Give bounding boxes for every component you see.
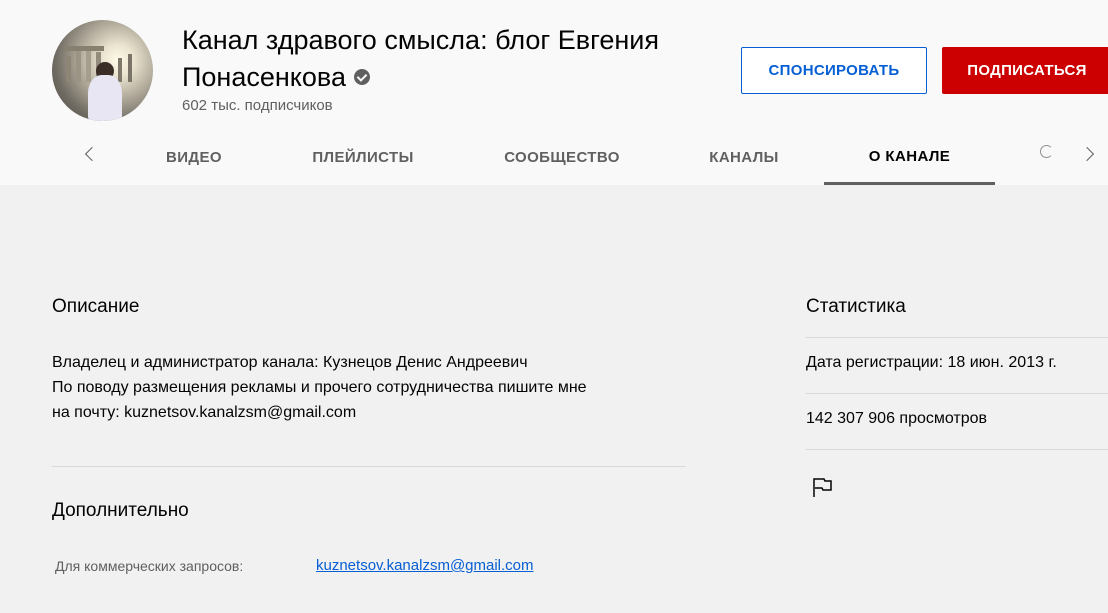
search-icon[interactable] bbox=[1040, 143, 1058, 163]
stats-divider bbox=[806, 449, 1108, 450]
description-line-2: По поводу размещения рекламы и прочего с… bbox=[52, 379, 587, 396]
channel-title: Канал здравого смысла: блог Евгения Пона… bbox=[182, 22, 742, 96]
tab-community[interactable]: СООБЩЕСТВО bbox=[484, 130, 640, 185]
report-flag-icon[interactable] bbox=[811, 476, 833, 498]
tab-about[interactable]: О КАНАЛЕ bbox=[824, 130, 995, 185]
details-heading: Дополнительно bbox=[52, 500, 189, 521]
channel-title-line-2: Понасенкова bbox=[182, 62, 346, 92]
stats-divider bbox=[806, 393, 1108, 394]
description-line-1: Владелец и администратор канала: Кузнецо… bbox=[52, 354, 528, 371]
subscriber-count: 602 тыс. подписчиков bbox=[182, 97, 333, 114]
tabs-scroll-left-chevron-icon[interactable] bbox=[82, 143, 96, 167]
view-count: 142 307 906 просмотров bbox=[806, 410, 988, 427]
stats-heading: Статистика bbox=[806, 296, 906, 317]
avatar-figure bbox=[88, 75, 122, 121]
tab-videos[interactable]: ВИДЕО bbox=[147, 130, 241, 185]
description-heading: Описание bbox=[52, 296, 140, 317]
section-divider bbox=[52, 466, 686, 467]
tabs-scroll-right-chevron-icon[interactable] bbox=[1082, 143, 1096, 167]
subscribe-button[interactable]: ПОДПИСАТЬСЯ bbox=[942, 47, 1108, 94]
description-line-3: на почту: kuznetsov.kanalzsm@gmail.com bbox=[52, 404, 357, 421]
tab-channels[interactable]: КАНАЛЫ bbox=[690, 130, 798, 185]
tab-playlists[interactable]: ПЛЕЙЛИСТЫ bbox=[290, 130, 436, 185]
verified-badge-icon bbox=[353, 68, 370, 85]
channel-title-line-1: Канал здравого смысла: блог Евгения bbox=[182, 25, 659, 55]
business-email-link[interactable]: kuznetsov.kanalzsm@gmail.com bbox=[316, 557, 534, 574]
stats-divider bbox=[806, 337, 1108, 338]
business-inquiries-label: Для коммерческих запросов: bbox=[55, 558, 244, 574]
joined-date: Дата регистрации: 18 июн. 2013 г. bbox=[806, 354, 1057, 371]
channel-tabs: ВИДЕО ПЛЕЙЛИСТЫ СООБЩЕСТВО КАНАЛЫ О КАНА… bbox=[0, 130, 1108, 185]
sponsor-button[interactable]: СПОНСИРОВАТЬ bbox=[741, 47, 927, 94]
channel-avatar[interactable] bbox=[52, 20, 153, 121]
